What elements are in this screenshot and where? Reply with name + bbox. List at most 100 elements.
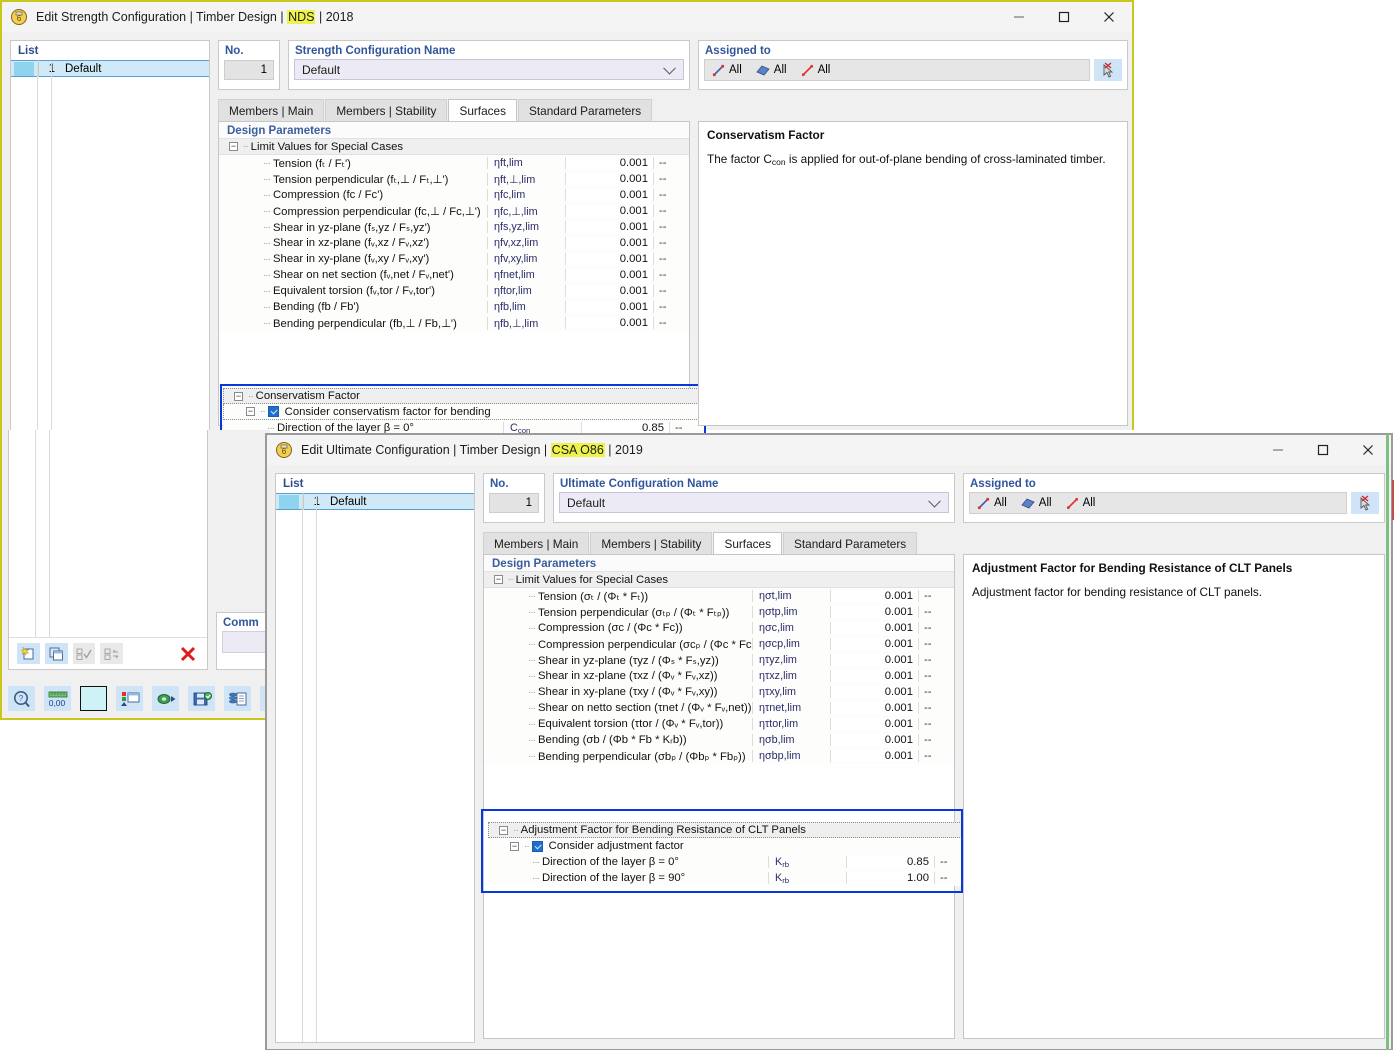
table-row[interactable]: ··· Shear on net section (fᵥ,net / Fᵥ,net…: [219, 267, 689, 283]
tree-line: ···: [263, 221, 271, 233]
value-cell[interactable]: 0.001: [565, 285, 653, 297]
value-cell[interactable]: 0.001: [830, 590, 918, 602]
value-cell[interactable]: 0.001: [830, 702, 918, 714]
app-icon: 6: [10, 8, 28, 26]
table-row[interactable]: ··· Shear in xy-plane (τxy / (Φᵥ * Fᵥ,xy)…: [484, 684, 954, 700]
new-configuration-button[interactable]: [17, 643, 40, 664]
import-icon[interactable]: [152, 686, 179, 711]
value-cell[interactable]: 0.001: [565, 189, 653, 201]
value-cell[interactable]: 0.001: [830, 718, 918, 730]
units-icon[interactable]: 0,00: [44, 686, 71, 711]
row-label: ··· Shear in yz-plane (fₛ,yz / Fₛ,yz'): [219, 221, 487, 234]
minimize-button[interactable]: [996, 2, 1041, 32]
dialog2-title-code: CSA O86: [550, 443, 605, 457]
table-row[interactable]: ··· Tension perpendicular (fₜ,⊥ / Fₜ,⊥') η…: [219, 171, 689, 187]
help-icon[interactable]: ?: [8, 686, 35, 711]
symbol-cell: ητxz,lim: [752, 670, 830, 682]
value-cell[interactable]: 0.001: [565, 157, 653, 169]
value-cell[interactable]: 0.001: [565, 253, 653, 265]
table-row[interactable]: ··· Bending perpendicular (σbₚ / (Φbₚ * F…: [484, 748, 954, 764]
assigned-values[interactable]: All All All: [704, 59, 1090, 81]
copy-configuration-button[interactable]: [44, 643, 68, 664]
collapse-icon[interactable]: −: [229, 142, 238, 151]
tab-surfaces[interactable]: Surfaces: [448, 99, 518, 122]
table-row[interactable]: ··· Shear on netto section (τnet / (Φᵥ * …: [484, 700, 954, 716]
list-item[interactable]: 1 Default: [11, 60, 209, 77]
value-cell[interactable]: 0.001: [565, 317, 653, 329]
collapse-icon[interactable]: −: [494, 575, 503, 584]
table-group-row-limit-values[interactable]: − ·· Limit Values for Special Cases: [484, 572, 954, 588]
table-row[interactable]: ··· Bending (σb / (Φb * Fb * Kᵣb)) ησb,lim…: [484, 732, 954, 748]
maximize-button[interactable]: [1300, 435, 1345, 465]
table-row[interactable]: ··· Shear in xz-plane (fᵥ,xz / Fᵥ,xz') ηfv…: [219, 235, 689, 251]
tab-standard-parameters[interactable]: Standard Parameters: [783, 532, 918, 555]
table-row[interactable]: ··· Compression (σc / (Φc * Fc)) ησc,lim 0.…: [484, 620, 954, 636]
database-icon[interactable]: [224, 686, 251, 711]
value-cell[interactable]: 0.001: [830, 734, 918, 746]
select-objects-button[interactable]: [1351, 492, 1379, 514]
value-cell[interactable]: 0.001: [830, 606, 918, 618]
color-swatch[interactable]: [80, 686, 107, 711]
tab-members-main[interactable]: Members | Main: [483, 532, 590, 555]
symbol-cell: ησcp,lim: [752, 638, 830, 650]
config-name-combo[interactable]: Default: [559, 492, 949, 513]
assigned-label: Assigned to: [705, 45, 771, 57]
display-properties-icon[interactable]: [116, 686, 143, 711]
value-cell[interactable]: 0.001: [830, 670, 918, 682]
row-label-text: Bending perpendicular (fb,⊥ / Fb,⊥'): [273, 317, 457, 330]
dialog1-titlebar[interactable]: 6 Edit Strength Configuration | Timber D…: [2, 2, 1132, 32]
table-group-row-limit-values[interactable]: − ·· Limit Values for Special Cases: [219, 139, 689, 155]
value-cell[interactable]: 0.001: [830, 638, 918, 650]
row-label: ··· Bending (σb / (Φb * Fb * Kᵣb)): [484, 734, 752, 746]
table-row[interactable]: ··· Equivalent torsion (τtor / (Φᵥ * Fᵥ,t…: [484, 716, 954, 732]
tab-members-main[interactable]: Members | Main: [218, 99, 325, 122]
dialog2-titlebar[interactable]: 6 Edit Ultimate Configuration | Timber D…: [267, 435, 1391, 465]
tab-surfaces[interactable]: Surfaces: [713, 532, 783, 555]
table-row[interactable]: ··· Tension perpendicular (σₜₚ / (Φₜ * Fₜ…: [484, 604, 954, 620]
config-name-value: Default: [567, 495, 606, 510]
delete-configuration-button[interactable]: [176, 643, 199, 664]
row-label: ··· Shear on netto section (τnet / (Φᵥ * …: [484, 702, 752, 714]
table-row[interactable]: ··· Bending (fb / Fb') ηfb,lim 0.001 --: [219, 299, 689, 315]
config-name-combo[interactable]: Default: [294, 59, 684, 80]
tab-standard-parameters[interactable]: Standard Parameters: [518, 99, 653, 122]
list-item[interactable]: 1 Default: [276, 493, 474, 510]
row-label: ··· Compression perpendicular (σcₚ / (Φc …: [484, 638, 752, 651]
tab-members-stability[interactable]: Members | Stability: [590, 532, 713, 555]
table-row[interactable]: ··· Compression (fc / Fc') ηfc,lim 0.001 --: [219, 187, 689, 203]
table-row[interactable]: ··· Shear in xy-plane (fᵥ,xy / Fᵥ,xy') ηfv…: [219, 251, 689, 267]
tree-line: ···: [263, 317, 271, 329]
table-row[interactable]: ··· Shear in yz-plane (fₛ,yz / Fₛ,yz') ηfs…: [219, 219, 689, 235]
table-row[interactable]: ··· Compression perpendicular (fc,⊥ / Fc,…: [219, 203, 689, 219]
select-objects-button[interactable]: [1094, 59, 1122, 81]
value-cell[interactable]: 0.001: [565, 205, 653, 217]
no-field[interactable]: 1: [489, 493, 539, 513]
value-cell[interactable]: 0.001: [830, 750, 918, 762]
table-row[interactable]: ··· Equivalent torsion (fᵥ,tor / Fᵥ,tor')…: [219, 283, 689, 299]
value-cell[interactable]: 0.001: [830, 686, 918, 698]
row-label-text: Compression (fc / Fc'): [273, 189, 384, 201]
tab-members-stability[interactable]: Members | Stability: [325, 99, 448, 122]
assigned-values[interactable]: All All All: [969, 492, 1347, 514]
minimize-button[interactable]: [1255, 435, 1300, 465]
value-cell[interactable]: 0.001: [565, 237, 653, 249]
value-cell[interactable]: 0.001: [565, 221, 653, 233]
table-row[interactable]: ··· Shear in yz-plane (τyz / (Φₛ * Fₛ,yz)…: [484, 652, 954, 668]
group-label: Limit Values for Special Cases: [250, 140, 404, 153]
value-cell[interactable]: 0.001: [565, 173, 653, 185]
table-row[interactable]: ··· Shear in xz-plane (τxz / (Φᵥ * Fᵥ,xz)…: [484, 668, 954, 684]
table-row[interactable]: ··· Tension (σₜ / (Φₜ * Fₜ)) ησt,lim 0.001-…: [484, 588, 954, 604]
maximize-button[interactable]: [1041, 2, 1086, 32]
table-row[interactable]: ··· Compression perpendicular (σcₚ / (Φc …: [484, 636, 954, 652]
table-row[interactable]: ··· Bending perpendicular (fb,⊥ / Fb,⊥') η…: [219, 315, 689, 331]
table-row[interactable]: ··· Tension (fₜ / Fₜ') ηft,lim 0.001 --: [219, 155, 689, 171]
value-cell[interactable]: 0.001: [565, 301, 653, 313]
assigned-item-surface: All: [1021, 497, 1052, 509]
export-icon[interactable]: [188, 686, 215, 711]
value-cell[interactable]: 0.001: [830, 622, 918, 634]
value-cell[interactable]: 0.001: [565, 269, 653, 281]
no-field[interactable]: 1: [224, 60, 274, 80]
close-button[interactable]: [1086, 2, 1132, 32]
value-cell[interactable]: 0.001: [830, 654, 918, 666]
close-button[interactable]: [1345, 435, 1391, 465]
